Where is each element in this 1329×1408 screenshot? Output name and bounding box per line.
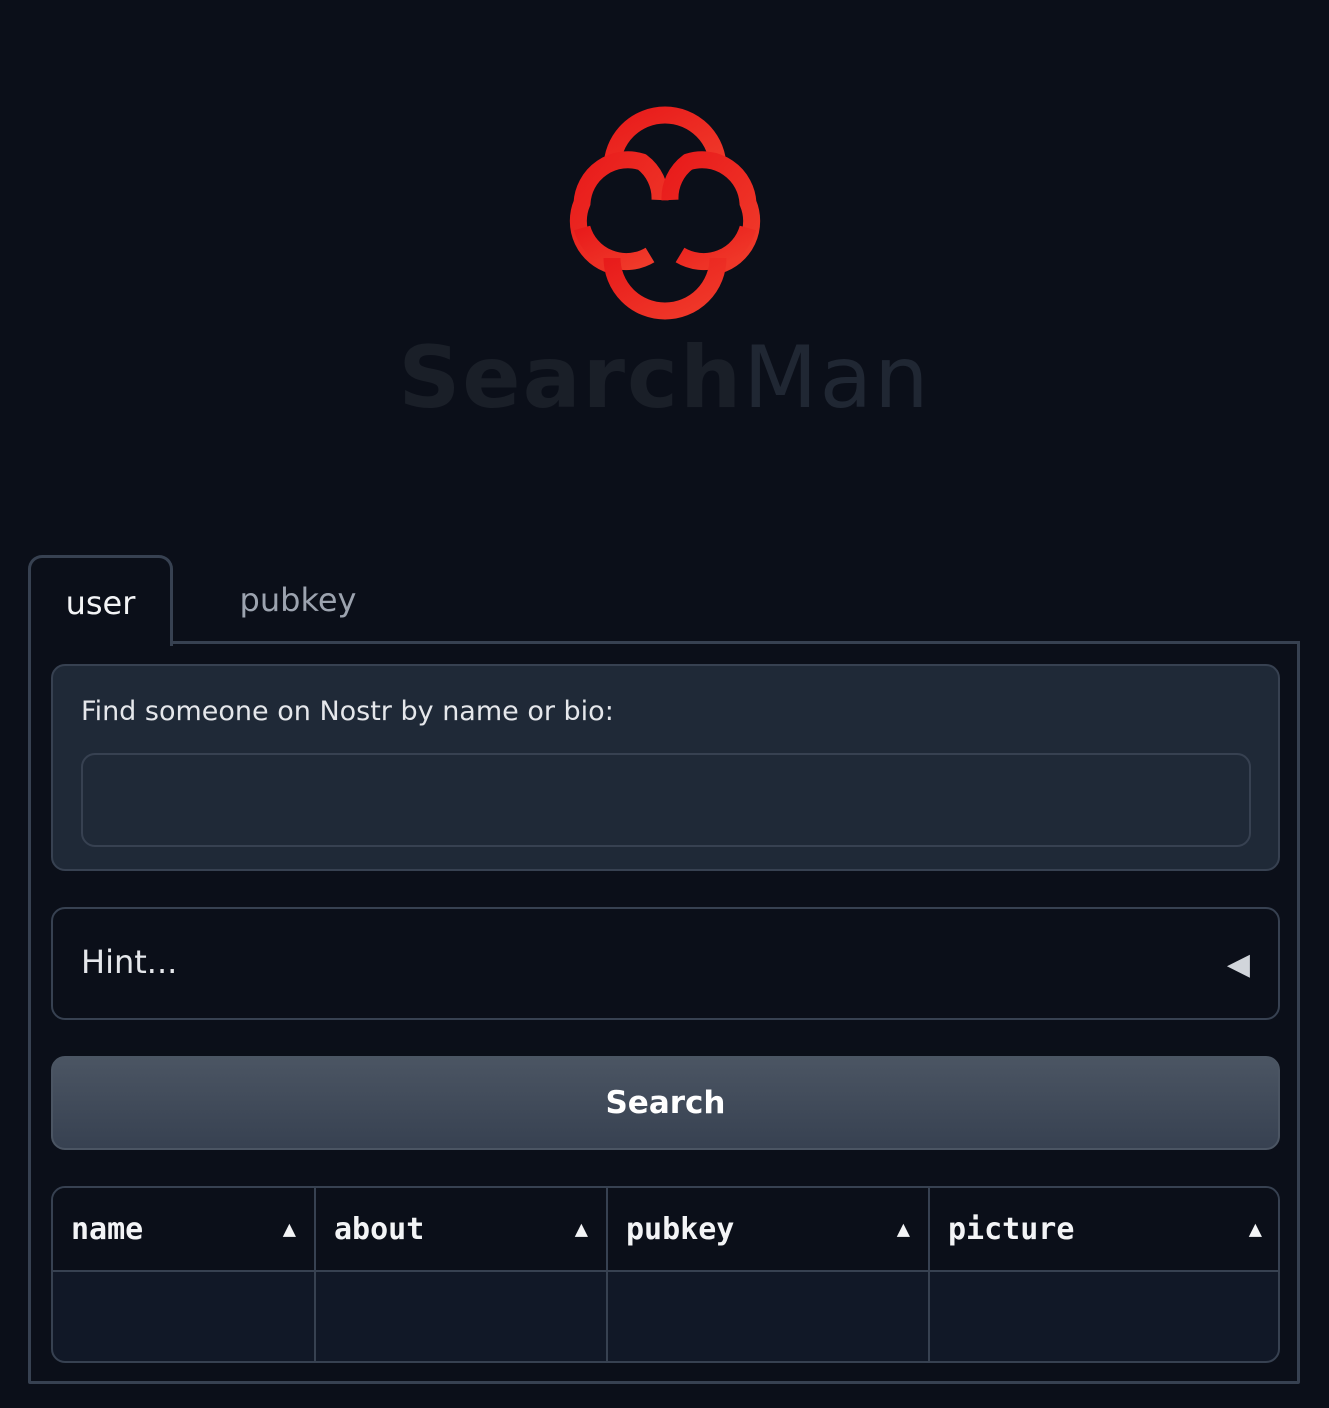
column-header-label: pubkey: [626, 1212, 735, 1247]
table-cell-name[interactable]: [53, 1272, 316, 1361]
results-table: name ▲ about ▲ pubkey ▲ picture ▲: [51, 1186, 1280, 1363]
tab-pubkey[interactable]: pubkey: [198, 555, 398, 643]
table-cell-about[interactable]: [316, 1272, 608, 1361]
sort-up-icon[interactable]: ▲: [575, 1188, 588, 1272]
sort-up-icon[interactable]: ▲: [283, 1188, 296, 1272]
brand-name-part1: Search: [398, 328, 744, 428]
table-header: name ▲ about ▲ pubkey ▲ picture ▲: [53, 1188, 1278, 1272]
tab-bar: user pubkey: [28, 555, 1300, 646]
tab-panel-user: Find someone on Nostr by name or bio: Hi…: [28, 641, 1300, 1384]
column-header-about[interactable]: about ▲: [316, 1188, 608, 1272]
search-button[interactable]: Search: [51, 1056, 1280, 1150]
search-field-block: Find someone on Nostr by name or bio:: [51, 664, 1280, 871]
hint-accordion[interactable]: Hint... ◀: [51, 907, 1280, 1020]
column-header-label: name: [71, 1212, 144, 1247]
column-header-pubkey[interactable]: pubkey ▲: [608, 1188, 930, 1272]
search-input[interactable]: [81, 753, 1251, 847]
brand-name-part2: Man: [743, 328, 931, 428]
tab-user[interactable]: user: [28, 555, 173, 646]
brand-header: SearchMan: [0, 90, 1329, 450]
clover-logo-icon: [569, 106, 761, 320]
column-header-picture[interactable]: picture ▲: [930, 1188, 1278, 1272]
sort-up-icon[interactable]: ▲: [1249, 1188, 1262, 1272]
column-header-label: about: [334, 1212, 425, 1247]
column-header-label: picture: [948, 1212, 1075, 1247]
search-field-label: Find someone on Nostr by name or bio:: [81, 696, 614, 727]
caret-left-icon: ◀: [1226, 947, 1250, 982]
sort-up-icon[interactable]: ▲: [897, 1188, 910, 1272]
hint-label: Hint...: [81, 943, 178, 981]
table-row: [53, 1272, 1278, 1361]
brand-wordmark: SearchMan: [0, 326, 1329, 430]
app-page: SearchMan user pubkey Find someone on No…: [0, 0, 1329, 1408]
column-header-name[interactable]: name ▲: [53, 1188, 316, 1272]
table-cell-pubkey[interactable]: [608, 1272, 930, 1361]
table-cell-picture[interactable]: [930, 1272, 1278, 1361]
